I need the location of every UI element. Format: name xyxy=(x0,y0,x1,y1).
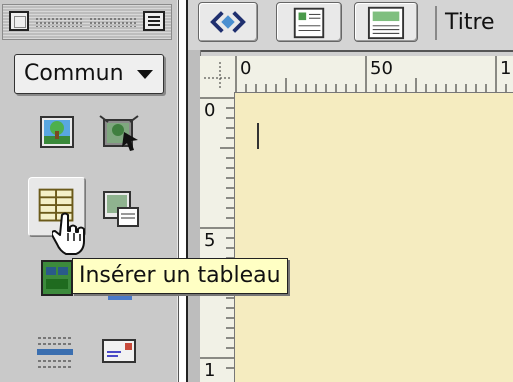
ruler-origin-icon xyxy=(204,62,230,90)
document-window: Titre 0 50 1 0 5 1 xyxy=(186,0,513,382)
insert-image-button[interactable] xyxy=(34,110,80,156)
title-label: Titre xyxy=(445,10,495,35)
ruler-label: 0 xyxy=(240,58,252,79)
document-page[interactable] xyxy=(235,93,513,382)
grip-dots xyxy=(35,17,83,27)
insert-rollover-image-button[interactable] xyxy=(96,110,142,156)
category-select[interactable]: Commun xyxy=(14,54,164,94)
ruler-label: 5 xyxy=(204,230,216,251)
horizontal-rule-icon xyxy=(37,337,73,368)
email-icon xyxy=(102,339,136,363)
code-view-icon xyxy=(210,11,246,33)
code-view-button[interactable] xyxy=(198,2,258,42)
design-view-button[interactable] xyxy=(354,2,418,42)
pointing-hand-cursor-icon xyxy=(50,211,88,255)
ruler-label: 1 xyxy=(204,360,216,381)
objects-palette: Commun xyxy=(0,0,179,382)
insert-email-link-button[interactable] xyxy=(96,330,142,376)
document-toolbar: Titre xyxy=(188,0,513,52)
code-and-design-view-button[interactable] xyxy=(276,2,342,42)
rollover-image-icon xyxy=(99,115,139,151)
text-caret xyxy=(257,123,259,149)
image-icon xyxy=(40,116,74,148)
close-box-icon[interactable] xyxy=(9,11,29,31)
category-select-value: Commun xyxy=(24,61,124,86)
ruler-label: 0 xyxy=(204,100,216,121)
ruler-label: 1 xyxy=(500,58,512,79)
chevron-down-icon xyxy=(137,70,153,79)
split-view-icon xyxy=(293,7,325,39)
ruler-label: 50 xyxy=(370,58,393,79)
palette-title-bar[interactable] xyxy=(2,4,172,40)
vertical-ruler[interactable]: 0 5 1 xyxy=(200,92,235,382)
draw-layer-button[interactable] xyxy=(98,186,144,232)
insert-horizontal-rule-button[interactable] xyxy=(32,330,78,376)
toolbar-separator xyxy=(435,6,437,40)
ruler-origin[interactable] xyxy=(200,56,235,93)
tooltip: Insérer un tableau xyxy=(72,258,288,294)
grip-dots xyxy=(89,17,137,27)
horizontal-ruler[interactable]: 0 50 1 xyxy=(234,56,513,93)
palette-menu-icon[interactable] xyxy=(143,11,165,31)
design-view-icon xyxy=(367,6,405,40)
layer-icon xyxy=(103,191,139,227)
